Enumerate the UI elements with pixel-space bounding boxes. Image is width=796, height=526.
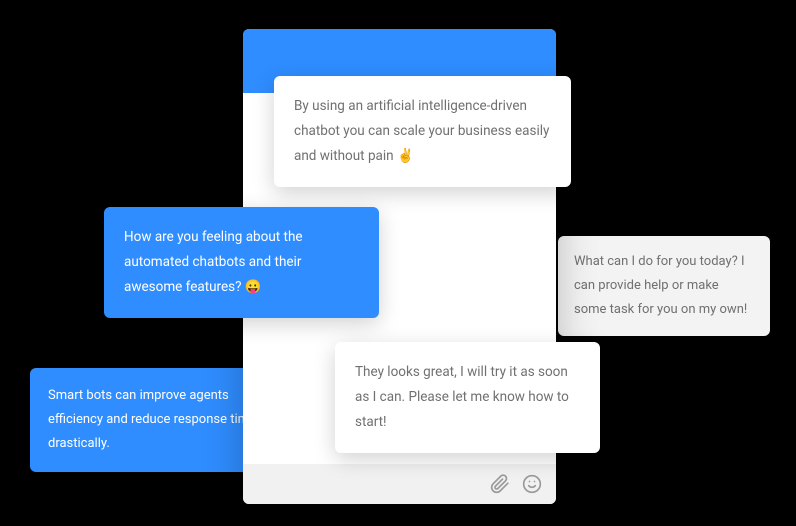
message-text: By using an artificial intelligence-driv…: [294, 98, 549, 164]
message-text: How are you feeling about the automated …: [124, 229, 303, 295]
message-bubble-ai-intro: By using an artificial intelligence-driv…: [274, 76, 571, 187]
attachment-icon[interactable]: [490, 474, 510, 494]
message-bubble-help-offer: What can I do for you today? I can provi…: [558, 236, 770, 336]
emoji-icon[interactable]: [522, 474, 542, 494]
message-bubble-reply: They looks great, I will try it as soon …: [335, 342, 600, 453]
message-text: They looks great, I will try it as soon …: [355, 364, 569, 430]
message-text: Smart bots can improve agents efficiency…: [48, 388, 256, 451]
message-text: What can I do for you today? I can provi…: [574, 254, 747, 317]
chat-input-bar[interactable]: [243, 464, 556, 504]
message-bubble-question: How are you feeling about the automated …: [104, 207, 379, 318]
message-bubble-efficiency: Smart bots can improve agents efficiency…: [30, 368, 274, 472]
